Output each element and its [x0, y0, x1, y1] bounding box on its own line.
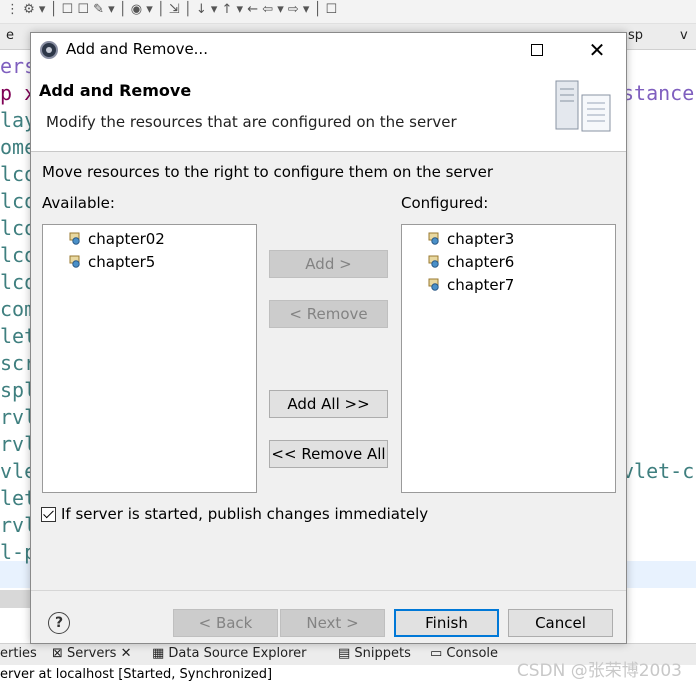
maximize-icon — [531, 44, 543, 56]
header-title: Add and Remove — [39, 81, 192, 100]
close-button[interactable]: ✕ — [574, 33, 620, 67]
finish-button[interactable]: Finish — [394, 609, 499, 637]
list-item[interactable]: chapter5 — [43, 250, 256, 273]
view-tab-properties[interactable]: erties — [0, 646, 37, 661]
footer-separator — [31, 590, 626, 591]
view-tab-console[interactable]: ▭ Console — [430, 646, 498, 661]
add-button[interactable]: Add > — [269, 250, 388, 278]
item-label: chapter6 — [447, 252, 515, 271]
remove-all-button[interactable]: << Remove All — [269, 440, 388, 468]
toolbar-icons[interactable]: ⋮ ⚙ ▾ │ ☐ ☐ ✎ ▾ │ ◉ ▾ │ ⇲ │ ↓ ▾ ↑ ▾ ← ⇦ … — [6, 2, 337, 17]
configured-list[interactable]: chapter3 chapter6 chapter7 — [401, 224, 616, 493]
add-all-button[interactable]: Add All >> — [269, 390, 388, 418]
web-project-icon — [428, 232, 439, 245]
watermark: CSDN @张荣博2003 — [516, 661, 682, 681]
dialog-titlebar[interactable]: Add and Remove... ✕ — [31, 33, 626, 67]
available-list[interactable]: chapter02 chapter5 — [42, 224, 257, 493]
view-tab-label: Servers — [67, 646, 117, 661]
web-project-icon — [69, 232, 80, 245]
horizontal-scrollbar[interactable] — [0, 590, 32, 608]
web-project-icon — [428, 278, 439, 291]
list-item[interactable]: chapter02 — [43, 227, 256, 250]
help-button[interactable]: ? — [48, 612, 70, 634]
view-tab-label: Data Source Explorer — [168, 646, 307, 661]
close-icon: ✕ — [588, 38, 606, 62]
configured-label: Configured: — [401, 194, 489, 212]
publish-checkbox-label: If server is started, publish changes im… — [61, 505, 429, 523]
cancel-button[interactable]: Cancel — [508, 609, 613, 637]
web-project-icon — [428, 255, 439, 268]
editor-tab[interactable]: v — [680, 28, 688, 43]
remove-button[interactable]: < Remove — [269, 300, 388, 328]
list-item[interactable]: chapter6 — [402, 250, 615, 273]
view-tab-label: Snippets — [354, 646, 411, 661]
view-tab-data-source[interactable]: ▦ Data Source Explorer — [152, 646, 307, 661]
header-description: Modify the resources that are configured… — [46, 113, 457, 131]
ide-toolbar: ⋮ ⚙ ▾ │ ☐ ☐ ✎ ▾ │ ◉ ▾ │ ⇲ │ ↓ ▾ ↑ ▾ ← ⇦ … — [0, 0, 696, 24]
publish-option[interactable]: If server is started, publish changes im… — [41, 505, 428, 523]
eclipse-icon — [40, 41, 58, 59]
back-button[interactable]: < Back — [173, 609, 278, 637]
maximize-button[interactable] — [514, 33, 560, 67]
available-label: Available: — [42, 194, 115, 212]
editor-tab[interactable]: sp — [628, 28, 643, 43]
item-label: chapter02 — [88, 229, 165, 248]
dialog-header: Add and Remove Modify the resources that… — [31, 67, 626, 152]
code-fragment: vlet-c — [622, 459, 695, 483]
item-label: chapter3 — [447, 229, 515, 248]
web-project-icon — [69, 255, 80, 268]
server-banner-icon — [555, 80, 611, 132]
view-tab-servers[interactable]: ⊠ Servers ✕ — [52, 646, 131, 661]
view-tab-label: Console — [446, 646, 499, 661]
item-label: chapter5 — [88, 252, 156, 271]
publish-checkbox[interactable] — [41, 506, 56, 522]
view-tab-snippets[interactable]: ▤ Snippets — [338, 646, 411, 661]
server-status-text[interactable]: erver at localhost [Started, Synchronize… — [0, 667, 272, 682]
code-fragment: stance — [622, 81, 695, 105]
list-item[interactable]: chapter7 — [402, 273, 615, 296]
item-label: chapter7 — [447, 275, 515, 294]
next-button[interactable]: Next > — [280, 609, 385, 637]
instructions-text: Move resources to the right to configure… — [42, 163, 494, 181]
editor-tab[interactable]: e — [6, 28, 14, 43]
add-remove-dialog: Add and Remove... ✕ Add and Remove Modif… — [30, 32, 627, 644]
dialog-title: Add and Remove... — [66, 40, 208, 58]
list-item[interactable]: chapter3 — [402, 227, 615, 250]
